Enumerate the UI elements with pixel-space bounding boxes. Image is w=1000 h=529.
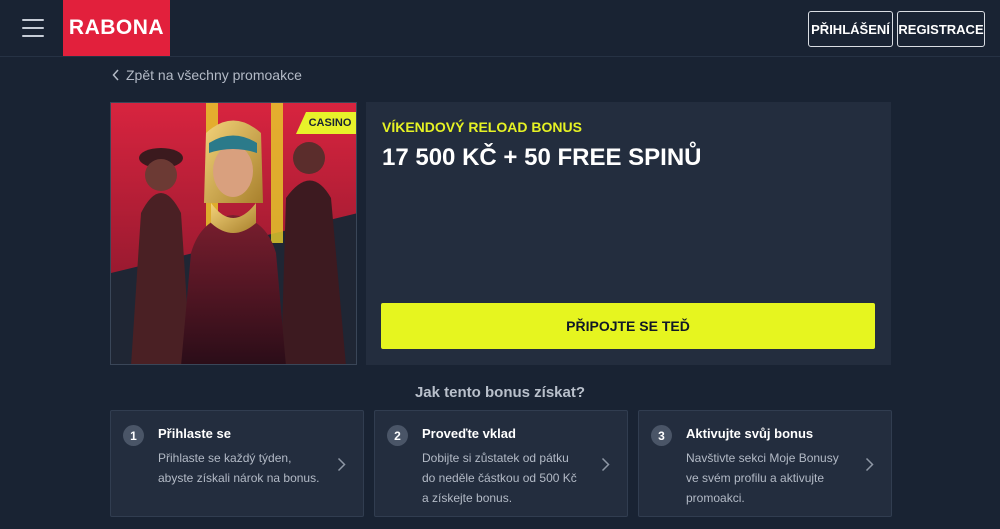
hamburger-menu-icon[interactable] <box>22 19 44 37</box>
step-number: 2 <box>387 425 408 446</box>
step-card-2[interactable]: 2 Proveďte vklad Dobijte si zůstatek od … <box>374 410 628 517</box>
promo-artwork <box>111 103 356 364</box>
step-number: 3 <box>651 425 672 446</box>
step-description: Přihlaste se každý týden, abyste získali… <box>158 451 320 485</box>
chevron-left-icon <box>112 69 119 81</box>
login-button[interactable]: PŘIHLÁŠENÍ <box>808 11 893 47</box>
step-title: Proveďte vklad <box>422 426 516 441</box>
chevron-right-icon <box>601 457 610 472</box>
step-title: Přihlaste se <box>158 426 231 441</box>
rabona-logo[interactable]: RABONA <box>63 0 170 56</box>
back-to-promotions-link[interactable]: Zpět na všechny promoakce <box>112 67 302 83</box>
register-button[interactable]: REGISTRACE <box>897 11 985 47</box>
promo-subtitle: VÍKENDOVÝ RELOAD BONUS <box>382 119 582 135</box>
promo-image: CASINO <box>110 102 357 365</box>
casino-badge: CASINO <box>296 112 356 134</box>
promo-info-panel: VÍKENDOVÝ RELOAD BONUS 17 500 KČ + 50 FR… <box>366 102 891 365</box>
howto-heading: Jak tento bonus získat? <box>414 384 586 401</box>
chevron-right-icon <box>865 457 874 472</box>
back-link-label: Zpět na všechny promoakce <box>126 67 302 83</box>
step-title: Aktivujte svůj bonus <box>686 426 814 441</box>
promo-title: 17 500 KČ + 50 FREE SPINŮ <box>382 144 702 171</box>
step-description: Navštivte sekci Moje Bonusy ve svém prof… <box>686 451 839 505</box>
join-now-button[interactable]: PŘIPOJTE SE TEĎ <box>381 303 875 349</box>
chevron-right-icon <box>337 457 346 472</box>
step-description: Dobijte si zůstatek od pátku do neděle č… <box>422 451 577 505</box>
step-card-1[interactable]: 1 Přihlaste se Přihlaste se každý týden,… <box>110 410 364 517</box>
step-number: 1 <box>123 425 144 446</box>
top-header: RABONA PŘIHLÁŠENÍ REGISTRACE <box>0 0 1000 57</box>
step-card-3[interactable]: 3 Aktivujte svůj bonus Navštivte sekci M… <box>638 410 892 517</box>
